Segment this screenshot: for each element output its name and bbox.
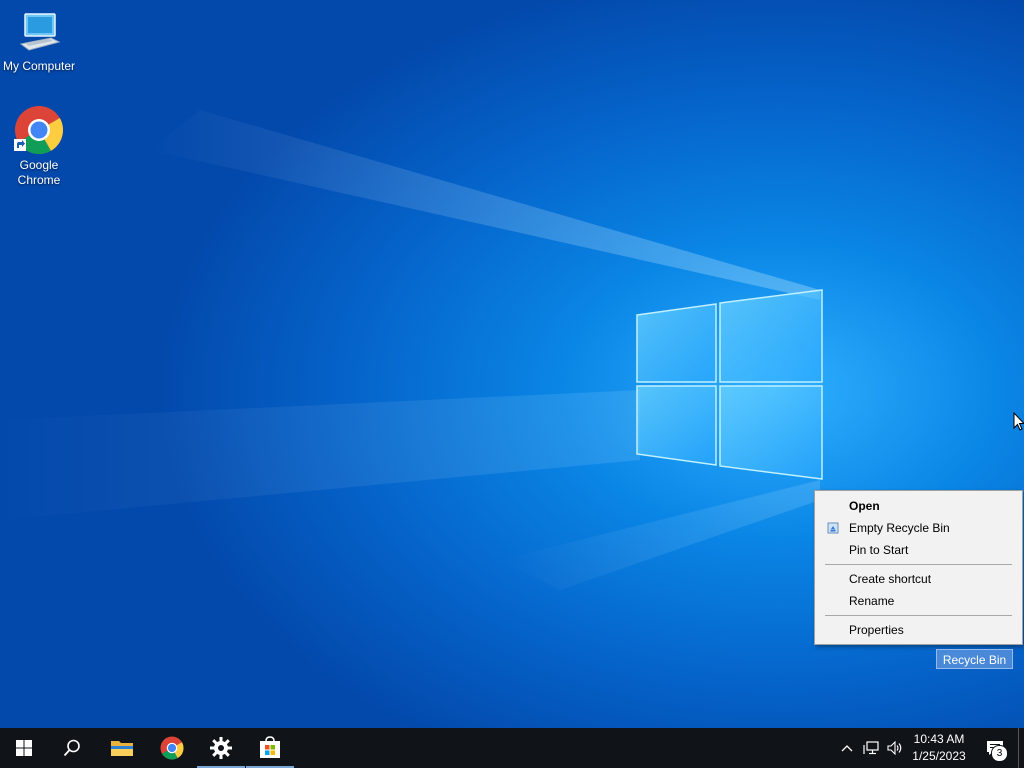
menu-item-label: Empty Recycle Bin bbox=[849, 521, 950, 535]
taskbar: 10:43 AM 1/25/2023 3 bbox=[0, 728, 1024, 768]
menu-item-label: Properties bbox=[849, 623, 904, 637]
store-taskbar-button[interactable] bbox=[246, 728, 294, 768]
file-explorer-button[interactable] bbox=[98, 728, 146, 768]
menu-item-label: Pin to Start bbox=[849, 543, 909, 557]
desktop-icon-google-chrome[interactable]: Google Chrome bbox=[0, 105, 78, 188]
desktop-icon-my-computer[interactable]: My Computer bbox=[0, 8, 78, 74]
menu-item-label: Rename bbox=[849, 594, 895, 608]
gear-icon bbox=[210, 737, 232, 759]
menu-item-open[interactable]: Open bbox=[815, 495, 1022, 517]
notification-count-badge: 3 bbox=[991, 745, 1008, 762]
clock-date: 1/25/2023 bbox=[912, 749, 966, 763]
menu-item-rename[interactable]: Rename bbox=[815, 590, 1022, 612]
chrome-icon bbox=[14, 106, 64, 155]
show-desktop-button[interactable] bbox=[1018, 728, 1019, 768]
desktop-icon-label-line2: Chrome bbox=[17, 173, 61, 187]
settings-taskbar-button[interactable] bbox=[197, 728, 245, 768]
folder-icon bbox=[111, 741, 133, 756]
wallpaper-windows-logo bbox=[636, 289, 823, 480]
show-hidden-icons-button[interactable] bbox=[838, 728, 856, 768]
menu-item-properties[interactable]: Properties bbox=[815, 619, 1022, 641]
network-icon bbox=[863, 741, 879, 755]
clock-time: 10:43 AM bbox=[913, 732, 965, 746]
menu-separator bbox=[825, 615, 1012, 616]
menu-item-pin-to-start[interactable]: Pin to Start bbox=[815, 539, 1022, 561]
clock[interactable]: 10:43 AM 1/25/2023 bbox=[905, 731, 973, 765]
mouse-cursor-icon bbox=[1013, 412, 1024, 431]
menu-separator bbox=[825, 564, 1012, 565]
recycle-bin-icon bbox=[827, 522, 839, 534]
store-icon bbox=[260, 736, 280, 758]
windows-logo-icon bbox=[16, 740, 32, 756]
network-tray-button[interactable] bbox=[860, 728, 882, 768]
volume-tray-button[interactable] bbox=[884, 728, 906, 768]
menu-item-label: Create shortcut bbox=[849, 572, 932, 586]
chrome-taskbar-button[interactable] bbox=[148, 728, 196, 768]
menu-item-empty-recycle-bin[interactable]: Empty Recycle Bin bbox=[815, 517, 1022, 539]
context-menu: Open Empty Recycle Bin Pin to Start Crea… bbox=[814, 490, 1023, 645]
desktop-icon-label: My Computer bbox=[2, 59, 76, 73]
search-icon bbox=[63, 739, 80, 757]
desktop-icon-recycle-bin-label[interactable]: Recycle Bin bbox=[936, 649, 1013, 669]
desktop-icon-label-line1: Google bbox=[19, 158, 59, 172]
computer-icon bbox=[19, 13, 61, 51]
chrome-icon bbox=[160, 736, 184, 760]
chevron-up-icon bbox=[841, 745, 853, 752]
menu-item-create-shortcut[interactable]: Create shortcut bbox=[815, 568, 1022, 590]
start-button[interactable] bbox=[0, 728, 48, 768]
menu-item-label: Open bbox=[849, 499, 880, 513]
volume-icon bbox=[887, 741, 902, 755]
search-button[interactable] bbox=[48, 728, 96, 768]
